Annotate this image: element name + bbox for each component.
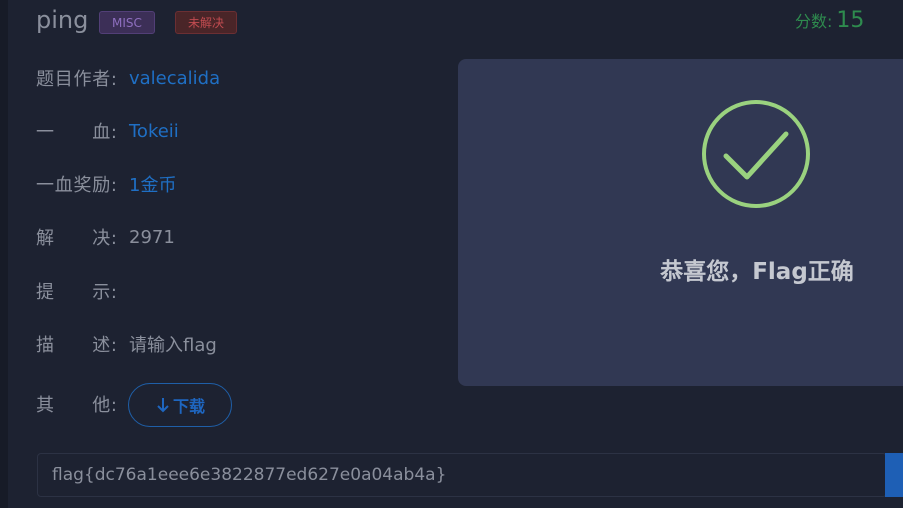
detail-row-author: 题目作者: valecalida xyxy=(36,66,220,91)
solved-count: 2971 xyxy=(129,226,175,248)
category-badge: MISC xyxy=(99,11,155,34)
detail-label: 一 血: xyxy=(36,122,117,143)
detail-label: 解 决: xyxy=(36,228,117,249)
detail-label: 提 示: xyxy=(36,282,117,303)
detail-row-solved: 解 决: 2971 xyxy=(36,225,175,250)
detail-row-other: 其 他: xyxy=(36,392,129,416)
download-button[interactable]: 下载 xyxy=(128,383,232,427)
score-display: 分数: 15 xyxy=(795,8,864,33)
score-label: 分数: xyxy=(795,12,833,31)
score-value: 15 xyxy=(836,8,865,33)
detail-row-first-blood: 一 血: Tokeii xyxy=(36,119,179,144)
challenge-page: ping MISC 未解决 分数: 15 题目作者: valecalida 一 血… xyxy=(0,0,903,508)
first-blood-link[interactable]: Tokeii xyxy=(129,121,179,142)
flag-input[interactable] xyxy=(37,453,887,497)
author-link[interactable]: valecalida xyxy=(129,68,220,89)
detail-row-first-blood-reward: 一血奖励: 1金币 xyxy=(36,172,176,196)
download-label: 下载 xyxy=(172,397,205,416)
detail-row-hint: 提 示: xyxy=(36,279,129,303)
status-badge: 未解决 xyxy=(175,11,238,34)
detail-label: 描 述: xyxy=(36,335,117,356)
arrow-down-icon xyxy=(157,398,169,413)
detail-label: 其 他: xyxy=(36,395,117,416)
success-modal: 恭喜您，Flag正确 xyxy=(458,59,903,386)
check-circle-icon xyxy=(702,100,810,208)
success-message: 恭喜您，Flag正确 xyxy=(660,259,854,285)
description-value: 请输入flag xyxy=(129,335,217,356)
first-blood-reward: 1金币 xyxy=(129,175,177,196)
detail-label: 一血奖励: xyxy=(36,175,117,196)
detail-row-description: 描 述: 请输入flag xyxy=(36,332,217,356)
detail-label: 题目作者: xyxy=(36,69,117,90)
submit-button[interactable] xyxy=(885,453,903,497)
left-edge xyxy=(0,0,8,508)
challenge-title: ping xyxy=(36,6,89,34)
